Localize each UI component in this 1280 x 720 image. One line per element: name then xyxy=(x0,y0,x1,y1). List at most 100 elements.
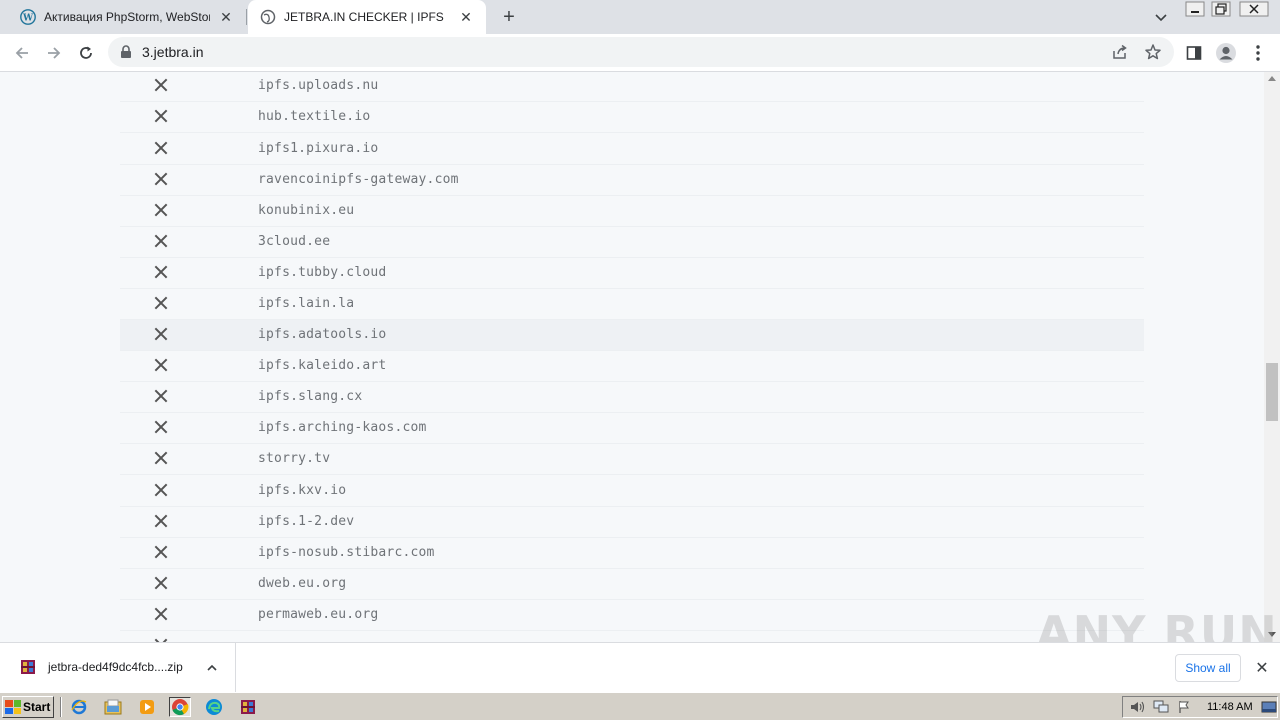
show-desktop-icon[interactable] xyxy=(1261,700,1277,714)
scroll-up-icon[interactable] xyxy=(1268,76,1276,81)
windows-taskbar: Start 11:48 AM xyxy=(0,692,1280,720)
tab-title: Активация PhpStorm, WebStorm, IntelliJ I… xyxy=(44,10,210,24)
list-item: dweb.eu.org xyxy=(120,569,1144,600)
internet-explorer-icon[interactable] xyxy=(68,697,90,717)
volume-icon[interactable] xyxy=(1129,700,1145,714)
close-window-button[interactable] xyxy=(1238,0,1270,18)
download-shelf: jetbra-ded4f9dc4fcb....zip Show all ✕ xyxy=(0,642,1280,693)
fail-x-icon xyxy=(154,109,168,123)
forward-icon[interactable] xyxy=(42,41,66,65)
host-name: ipfs.tubby.cloud xyxy=(258,265,387,280)
menu-kebab-icon[interactable] xyxy=(1246,41,1270,65)
fail-x-icon xyxy=(154,78,168,92)
fail-x-icon xyxy=(154,296,168,310)
tab-search-chevron-icon[interactable] xyxy=(1152,8,1170,26)
start-label: Start xyxy=(23,700,51,714)
host-name: ipfs.adatools.io xyxy=(258,327,387,342)
list-item: storry.tv xyxy=(120,444,1144,475)
host-name: ipfs.arching-kaos.com xyxy=(258,420,427,435)
tab-close-icon[interactable]: ✕ xyxy=(218,9,234,25)
system-tray: 11:48 AM xyxy=(1122,696,1278,718)
fail-x-icon xyxy=(154,172,168,186)
host-name: storry.tv xyxy=(258,451,331,466)
action-center-flag-icon[interactable] xyxy=(1177,700,1193,714)
tab-strip: W Активация PhpStorm, WebStorm, IntelliJ… xyxy=(0,0,1280,34)
list-item: ipfs-nosub.stibarc.com xyxy=(120,538,1144,569)
fail-x-icon xyxy=(154,265,168,279)
edge-icon[interactable] xyxy=(203,697,225,717)
winrar-taskbar-icon[interactable] xyxy=(237,697,259,717)
chevron-up-icon[interactable] xyxy=(206,661,218,673)
host-name: dweb.eu.org xyxy=(258,576,347,591)
file-explorer-icon[interactable] xyxy=(102,697,124,717)
tab-close-icon[interactable]: ✕ xyxy=(458,9,474,25)
taskbar-separator xyxy=(60,697,62,717)
url-text[interactable]: 3.jetbra.in xyxy=(142,44,203,60)
network-icon[interactable] xyxy=(1153,700,1169,714)
side-panel-icon[interactable] xyxy=(1182,41,1206,65)
host-name: ipfs.1-2.dev xyxy=(258,514,355,529)
tab-title: JETBRA.IN CHECKER | IPFS xyxy=(284,10,444,24)
back-icon[interactable] xyxy=(10,41,34,65)
lock-icon[interactable] xyxy=(120,45,132,64)
browser-toolbar: 3.jetbra.in xyxy=(0,34,1280,72)
fail-x-icon xyxy=(154,607,168,621)
page-scrollbar[interactable] xyxy=(1264,72,1280,642)
media-player-icon[interactable] xyxy=(136,697,158,717)
address-bar[interactable]: 3.jetbra.in xyxy=(108,37,1174,67)
clock: 11:48 AM xyxy=(1207,701,1253,713)
list-item: ipfs.arching-kaos.com xyxy=(120,413,1144,444)
fail-x-icon xyxy=(154,141,168,155)
fail-x-icon xyxy=(154,327,168,341)
fail-x-icon xyxy=(154,389,168,403)
winrar-archive-icon xyxy=(20,659,36,675)
profile-avatar-icon[interactable] xyxy=(1214,41,1238,65)
host-name: ipfs.kxv.io xyxy=(258,483,347,498)
fail-x-icon xyxy=(154,451,168,465)
list-item: ipfs.kaleido.art xyxy=(120,351,1144,382)
bookmark-star-icon[interactable] xyxy=(1144,43,1162,66)
reload-icon[interactable] xyxy=(74,41,98,65)
list-item: ipfs.uploads.nu xyxy=(120,72,1144,102)
fail-x-icon xyxy=(154,545,168,559)
new-tab-button[interactable]: + xyxy=(498,6,520,28)
share-icon[interactable] xyxy=(1112,44,1128,65)
close-shelf-icon[interactable]: ✕ xyxy=(1254,660,1270,677)
list-item: hub.textile.io xyxy=(120,102,1144,133)
list-item: 3cloud.ee xyxy=(120,227,1144,258)
tab-jetbra-checker[interactable]: JETBRA.IN CHECKER | IPFS ✕ xyxy=(248,0,486,34)
host-name: ravencoinipfs-gateway.com xyxy=(258,172,459,187)
tab-separator xyxy=(246,9,247,25)
tab-activation[interactable]: W Активация PhpStorm, WebStorm, IntelliJ… xyxy=(8,0,246,34)
host-name: konubinix.eu xyxy=(258,203,355,218)
list-item: ipfs.adatools.io xyxy=(120,320,1144,351)
host-name: ipfs.slang.cx xyxy=(258,389,363,404)
windows-flag-icon xyxy=(5,700,21,714)
restore-button[interactable] xyxy=(1208,0,1234,18)
scrollbar-thumb[interactable] xyxy=(1266,363,1278,421)
fail-x-icon xyxy=(154,358,168,372)
list-item: ipfs.kxv.io xyxy=(120,476,1144,507)
download-item[interactable]: jetbra-ded4f9dc4fcb....zip xyxy=(0,643,236,693)
list-item: konubinix.eu xyxy=(120,196,1144,227)
chrome-icon[interactable] xyxy=(169,697,191,717)
fail-x-icon xyxy=(154,203,168,217)
minimize-button[interactable] xyxy=(1182,0,1208,18)
host-name: 3cloud.ee xyxy=(258,234,331,249)
host-name: ipfs1.pixura.io xyxy=(258,141,379,156)
list-item: ipfs.slang.cx xyxy=(120,382,1144,413)
fail-x-icon xyxy=(154,576,168,590)
list-item: ipfs1.pixura.io xyxy=(120,134,1144,165)
list-item: ipfs.tubby.cloud xyxy=(120,258,1144,289)
start-button[interactable]: Start xyxy=(2,696,54,718)
fail-x-icon xyxy=(154,514,168,528)
list-item-partial xyxy=(120,631,1144,642)
page-content: ipfs.uploads.nu hub.textile.io ipfs1.pix… xyxy=(0,72,1264,642)
host-name: hub.textile.io xyxy=(258,109,371,124)
wordpress-icon: W xyxy=(20,9,36,25)
list-item: ravencoinipfs-gateway.com xyxy=(120,165,1144,196)
list-item: ipfs.lain.la xyxy=(120,289,1144,320)
host-name: ipfs.lain.la xyxy=(258,296,355,311)
show-all-button[interactable]: Show all xyxy=(1175,654,1241,682)
fail-x-icon xyxy=(154,234,168,248)
